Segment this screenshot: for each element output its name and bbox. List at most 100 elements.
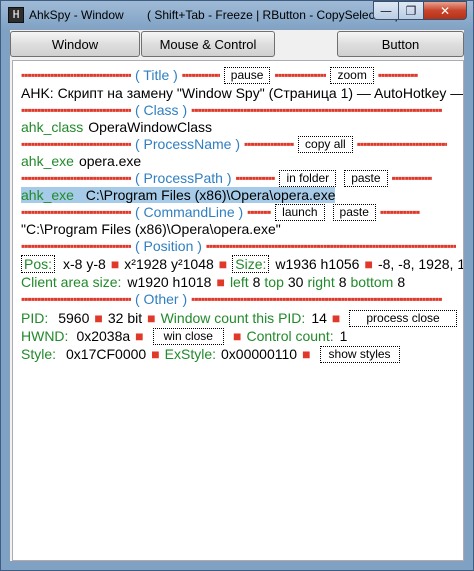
separator-dashes: ▪▪▪▪▪▪▪▪▪▪▪▪▪▪▪▪▪▪▪▪▪▪▪▪▪▪▪▪▪▪▪▪▪▪▪▪▪▪▪▪… <box>356 137 447 151</box>
section-processpath-label: ( ProcessPath ) <box>135 170 232 186</box>
top-label: top <box>264 274 284 290</box>
separator-dashes: ▪▪▪▪▪▪▪▪▪▪▪▪▪▪▪▪▪▪▪▪▪▪▪▪▪▪▪▪▪▪▪▪▪▪▪▪▪▪▪▪… <box>191 292 443 306</box>
path-value: C:\Program Files (x86)\Opera\opera.exe <box>85 187 336 203</box>
app-icon[interactable]: H <box>8 7 24 23</box>
process-close-button[interactable]: process close <box>349 309 457 327</box>
bottom-label: bottom <box>350 274 394 290</box>
tab-window[interactable]: Window <box>10 31 140 57</box>
launch-button[interactable]: launch <box>275 203 325 221</box>
separator-dashes: ▪▪▪▪▪▪▪▪▪▪▪▪▪▪▪▪▪▪▪▪▪▪▪▪▪▪▪▪▪▪▪▪▪▪▪▪▪▪▪▪… <box>21 137 131 151</box>
window-title-value[interactable]: AHK: Скрипт на замену "Window Spy" (Стра… <box>21 85 463 101</box>
section-title-row: ▪▪▪▪▪▪▪▪▪▪▪▪▪▪▪▪▪▪▪▪▪▪▪▪▪▪▪▪▪▪▪▪▪▪▪▪▪▪▪▪… <box>21 66 418 84</box>
tab-bar: Window Mouse & Control Button <box>10 30 464 60</box>
processname-value-row: ahk_exe opera.exe <box>21 152 141 170</box>
separator-dashes: ▪▪▪▪▪▪▪▪▪▪▪▪▪▪▪▪▪▪▪▪▪▪▪▪▪▪▪▪▪▪▪▪▪▪▪▪▪▪▪▪… <box>21 68 131 82</box>
ahk-class-label[interactable]: ahk_class <box>21 119 83 135</box>
in-folder-button[interactable]: in folder <box>279 169 337 187</box>
pid-label[interactable]: PID: <box>21 310 48 326</box>
top-value[interactable]: 30 <box>288 274 304 290</box>
separator-dashes: ▪▪▪▪▪▪▪▪▪▪▪▪▪▪▪▪▪▪▪▪▪▪▪▪▪▪▪▪▪▪▪▪▪▪▪▪▪▪▪▪… <box>181 68 220 82</box>
window-count-value[interactable]: 14 <box>311 310 327 326</box>
show-styles-button[interactable]: show styles <box>319 345 400 363</box>
separator-dashes: ▪▪▪▪▪▪▪▪▪▪▪▪▪▪▪▪▪▪▪▪▪▪▪▪▪▪▪▪▪▪▪▪▪▪▪▪▪▪▪▪… <box>21 103 131 117</box>
exstyle-label[interactable]: ExStyle: <box>165 346 216 362</box>
pause-button[interactable]: pause <box>223 66 271 84</box>
hwnd-label[interactable]: HWND: <box>21 328 68 344</box>
minimize-button[interactable]: — <box>373 1 399 20</box>
title-bar[interactable]: H AhkSpy - Window ( Shift+Tab - Freeze |… <box>1 1 473 29</box>
separator-dashes: ▪▪▪▪▪▪▪▪▪▪▪▪▪▪▪▪▪▪▪▪▪▪▪▪▪▪▪▪▪▪▪▪▪▪▪▪▪▪▪▪… <box>274 68 327 82</box>
process-path-selection[interactable]: ahk_exe C:\Program Files (x86)\Opera\ope… <box>21 187 336 203</box>
separator-dot: ■ <box>218 256 228 272</box>
separator-dashes: ▪▪▪▪▪▪▪▪▪▪▪▪▪▪▪▪▪▪▪▪▪▪▪▪▪▪▪▪▪▪▪▪▪▪▪▪▪▪▪▪… <box>21 292 131 306</box>
close-button[interactable]: ✕ <box>424 1 467 20</box>
window-title: AhkSpy - Window ( Shift+Tab - Freeze | R… <box>29 8 398 22</box>
pos-value[interactable]: x-8 y-8 <box>63 256 106 272</box>
separator-dashes: ▪▪▪▪▪▪▪▪▪▪▪▪▪▪▪▪▪▪▪▪▪▪▪▪▪▪▪▪▪▪▪▪▪▪▪▪▪▪▪▪… <box>21 239 131 253</box>
section-position-row: ▪▪▪▪▪▪▪▪▪▪▪▪▪▪▪▪▪▪▪▪▪▪▪▪▪▪▪▪▪▪▪▪▪▪▪▪▪▪▪▪… <box>21 237 456 255</box>
hwnd-value[interactable]: 0x2038a <box>76 328 130 344</box>
size-value[interactable]: w1936 h1056 <box>275 256 359 272</box>
tab-mouse-control[interactable]: Mouse & Control <box>141 31 275 57</box>
app-window: H AhkSpy - Window ( Shift+Tab - Freeze |… <box>0 0 474 571</box>
control-count-value[interactable]: 1 <box>340 328 348 344</box>
style-value[interactable]: 0x17CF0000 <box>66 346 146 362</box>
separator-dot: ■ <box>302 346 311 362</box>
section-processname-row: ▪▪▪▪▪▪▪▪▪▪▪▪▪▪▪▪▪▪▪▪▪▪▪▪▪▪▪▪▪▪▪▪▪▪▪▪▪▪▪▪… <box>21 135 447 153</box>
window-count-label[interactable]: Window count this PID: <box>161 310 306 326</box>
section-other-label: ( Other ) <box>135 291 188 307</box>
info-panel[interactable]: ▪▪▪▪▪▪▪▪▪▪▪▪▪▪▪▪▪▪▪▪▪▪▪▪▪▪▪▪▪▪▪▪▪▪▪▪▪▪▪▪… <box>12 60 464 561</box>
section-commandline-row: ▪▪▪▪▪▪▪▪▪▪▪▪▪▪▪▪▪▪▪▪▪▪▪▪▪▪▪▪▪▪▪▪▪▪▪▪▪▪▪▪… <box>21 203 420 221</box>
separator-dashes: ▪▪▪▪▪▪▪▪▪▪▪▪▪▪▪▪▪▪▪▪▪▪▪▪▪▪▪▪▪▪▪▪▪▪▪▪▪▪▪▪… <box>247 205 271 219</box>
client-area: Window Mouse & Control Button ▪▪▪▪▪▪▪▪▪▪… <box>9 29 465 562</box>
client-area-label[interactable]: Client area size: <box>21 274 121 290</box>
win-close-button[interactable]: win close <box>152 327 224 345</box>
section-position-label: ( Position ) <box>135 238 202 254</box>
title-value-row: AHK: Скрипт на замену "Window Spy" (Стра… <box>21 84 463 102</box>
control-count-label[interactable]: Control count: <box>246 328 333 344</box>
separator-dot: ■ <box>135 328 144 344</box>
separator-dot: ■ <box>147 310 156 326</box>
pos-value-2[interactable]: x²1928 y²1048 <box>124 256 214 272</box>
ahk-class-value[interactable]: OperaWindowClass <box>88 119 212 135</box>
command-line-value[interactable]: "C:\Program Files (x86)\Opera\opera.exe" <box>21 221 281 237</box>
bitness-value[interactable]: 32 bit <box>108 310 142 326</box>
separator-dot: ■ <box>216 274 225 290</box>
minimize-icon: — <box>380 3 392 18</box>
client-area-value[interactable]: w1920 h1018 <box>127 274 211 290</box>
paste-path-button[interactable]: paste <box>344 169 388 187</box>
maximize-button[interactable]: ❐ <box>399 1 424 20</box>
exstyle-value[interactable]: 0x00000110 <box>221 346 297 362</box>
window-controls: — ❐ ✕ <box>373 1 467 21</box>
separator-dashes: ▪▪▪▪▪▪▪▪▪▪▪▪▪▪▪▪▪▪▪▪▪▪▪▪▪▪▪▪▪▪▪▪▪▪▪▪▪▪▪▪… <box>377 68 418 82</box>
position-value-row: Pos: x-8 y-8 ■ x²1928 y²1048 ■ Size: w19… <box>21 255 463 273</box>
client-area-row: Client area size: w1920 h1018 ■ left 8 t… <box>21 273 405 291</box>
maximize-icon: ❐ <box>405 3 417 18</box>
separator-dashes: ▪▪▪▪▪▪▪▪▪▪▪▪▪▪▪▪▪▪▪▪▪▪▪▪▪▪▪▪▪▪▪▪▪▪▪▪▪▪▪▪… <box>244 137 294 151</box>
size-value-2[interactable]: -8, -8, 1928, 10 <box>378 256 463 272</box>
separator-dot: ■ <box>232 328 242 344</box>
separator-dot: ■ <box>110 256 120 272</box>
path-label: ahk_exe <box>21 187 74 203</box>
copy-all-button[interactable]: copy all <box>298 135 353 153</box>
style-label[interactable]: Style: <box>21 346 56 362</box>
paste-cmd-button[interactable]: paste <box>332 203 376 221</box>
size-label[interactable]: Size: <box>232 255 270 273</box>
section-other-row: ▪▪▪▪▪▪▪▪▪▪▪▪▪▪▪▪▪▪▪▪▪▪▪▪▪▪▪▪▪▪▪▪▪▪▪▪▪▪▪▪… <box>21 290 461 308</box>
zoom-button[interactable]: zoom <box>330 66 374 84</box>
pos-label[interactable]: Pos: <box>21 255 56 273</box>
separator-dashes: ▪▪▪▪▪▪▪▪▪▪▪▪▪▪▪▪▪▪▪▪▪▪▪▪▪▪▪▪▪▪▪▪▪▪▪▪▪▪▪▪… <box>191 103 443 117</box>
section-title-label: ( Title ) <box>135 67 178 83</box>
right-value[interactable]: 8 <box>339 274 347 290</box>
separator-dot: ■ <box>331 310 341 326</box>
pid-value[interactable]: 5960 <box>58 310 89 326</box>
separator-dashes: ▪▪▪▪▪▪▪▪▪▪▪▪▪▪▪▪▪▪▪▪▪▪▪▪▪▪▪▪▪▪▪▪▪▪▪▪▪▪▪▪… <box>391 171 432 185</box>
left-value[interactable]: 8 <box>253 274 261 290</box>
bottom-value[interactable]: 8 <box>397 274 405 290</box>
separator-dashes: ▪▪▪▪▪▪▪▪▪▪▪▪▪▪▪▪▪▪▪▪▪▪▪▪▪▪▪▪▪▪▪▪▪▪▪▪▪▪▪▪… <box>21 171 131 185</box>
tab-button[interactable]: Button <box>337 31 464 57</box>
commandline-value-row: "C:\Program Files (x86)\Opera\opera.exe" <box>21 220 281 238</box>
ahk-exe-value[interactable]: opera.exe <box>79 153 141 169</box>
ahk-exe-label[interactable]: ahk_exe <box>21 153 74 169</box>
separator-dashes: ▪▪▪▪▪▪▪▪▪▪▪▪▪▪▪▪▪▪▪▪▪▪▪▪▪▪▪▪▪▪▪▪▪▪▪▪▪▪▪▪… <box>205 239 456 253</box>
